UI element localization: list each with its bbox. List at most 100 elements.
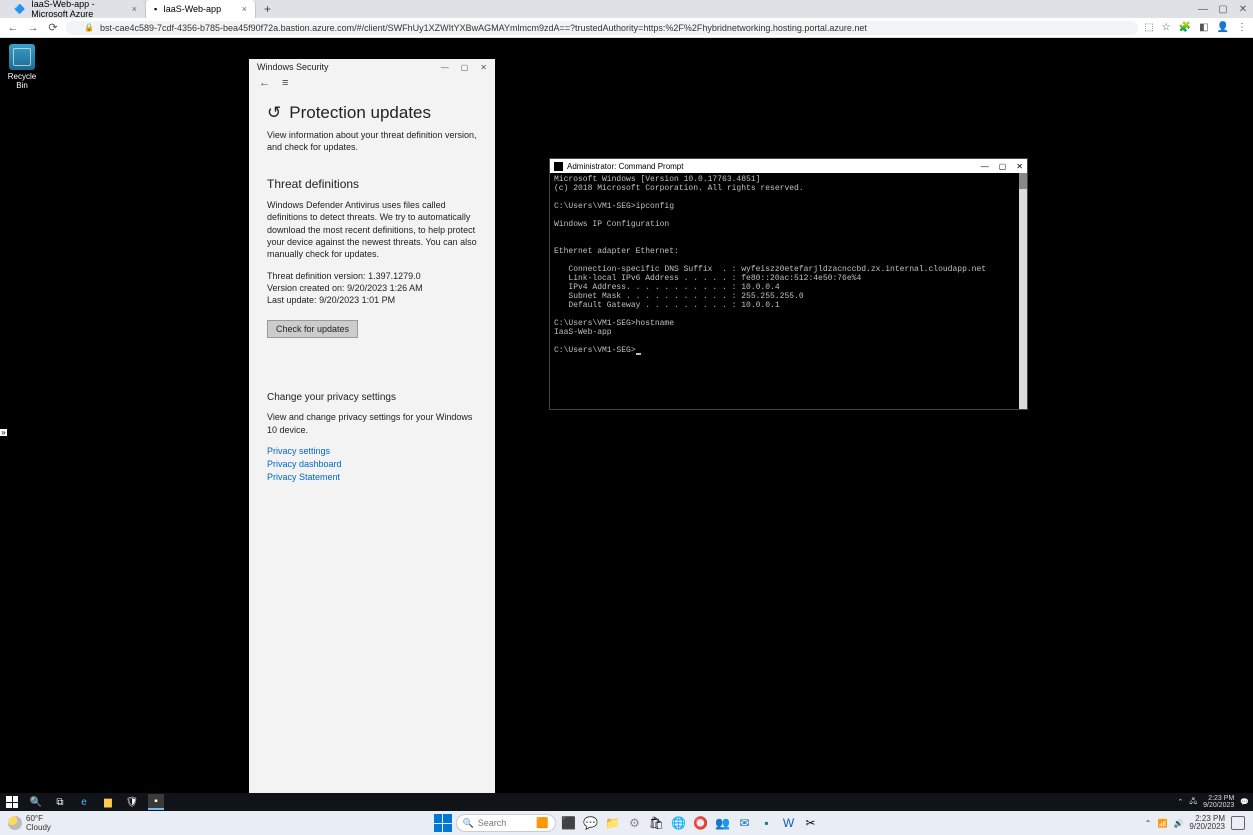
privacy-heading: Change your privacy settings [267,392,477,403]
cmd-icon [554,162,563,171]
search-input[interactable]: 🔍 Search 🟧 [456,814,556,832]
tab-title: IaaS-Web-app - Microsoft Azure [31,0,126,19]
chat-icon[interactable]: 💬 [582,814,600,832]
privacy-dashboard-link[interactable]: Privacy dashboard [267,459,477,469]
notification-icon[interactable] [1231,816,1245,830]
content-area: ↻ Protection updates View information ab… [249,91,495,793]
minimize-icon[interactable]: — [981,162,989,171]
task-view-icon[interactable]: ⧉ [52,794,68,810]
extensions-icon[interactable]: 🧩 [1179,22,1191,33]
privacy-statement-link[interactable]: Privacy Statement [267,472,477,482]
close-icon[interactable]: ✕ [1016,162,1023,171]
ie-icon[interactable]: e [76,794,92,810]
close-icon[interactable]: ✕ [1233,4,1253,15]
toolbar-actions: ⬚ ☆ 🧩 ◧ 👤 ⋮ [1144,22,1247,33]
recycle-bin-label: Recycle Bin [8,72,36,90]
menu-icon[interactable]: ⋮ [1237,22,1247,33]
definitions-heading: Threat definitions [267,177,477,191]
privacy-settings-link[interactable]: Privacy settings [267,446,477,456]
search-icon[interactable]: 🔍 [28,794,44,810]
wifi-icon[interactable]: 📶 [1157,819,1167,828]
clock[interactable]: 2:23 PM 9/20/2023 [1189,815,1225,832]
teams-icon[interactable]: 👥 [714,814,732,832]
terminal-icon[interactable]: ▪ [758,814,776,832]
volume-icon[interactable]: 🔊 [1173,819,1183,828]
system-tray: ⌃ 🖧 2:23 PM 9/20/2023 💬 [1177,795,1249,810]
remote-desktop: Recycle Bin » Windows Security — ▢ ✕ ← ≡… [0,38,1253,811]
bastion-expand-icon[interactable]: » [0,429,7,436]
scrollbar[interactable] [1019,173,1027,409]
titlebar[interactable]: Windows Security — ▢ ✕ [249,59,495,75]
sidepanel-icon[interactable]: ◧ [1199,22,1208,33]
settings-icon[interactable]: ⚙ [626,814,644,832]
install-icon[interactable]: ⬚ [1144,22,1153,33]
bookmark-icon[interactable]: ☆ [1162,22,1171,33]
chrome-icon[interactable]: ⭕ [692,814,710,832]
weather-widget[interactable]: 60°F Cloudy [8,814,51,832]
terminal-output[interactable]: Microsoft Windows [Version 10.0.17763.48… [550,173,1027,409]
windows-security-window: Windows Security — ▢ ✕ ← ≡ ↻ Protection … [249,59,495,793]
edge-icon[interactable]: 🌐 [670,814,688,832]
remote-taskbar: 🔍 ⧉ e ▆ 🛡 ▪ ⌃ 🖧 2:23 PM 9/20/2023 💬 [0,793,1253,811]
clock[interactable]: 2:23 PM 9/20/2023 [1203,795,1234,810]
start-button[interactable] [4,794,20,810]
tray-chevron-icon[interactable]: ⌃ [1177,798,1183,806]
store-icon[interactable]: 🛍 [648,814,666,832]
outlook-icon[interactable]: ✉ [736,814,754,832]
lock-icon: 🔒 [84,23,94,32]
reload-button[interactable]: ⟳ [46,21,60,34]
browser-tab-vm[interactable]: ▪ IaaS-Web-app × [146,0,256,18]
task-view-icon[interactable]: ⬛ [560,814,578,832]
check-updates-button[interactable]: Check for updates [267,320,358,338]
close-icon[interactable]: ✕ [480,63,487,72]
host-taskbar: 60°F Cloudy 🔍 Search 🟧 ⬛ 💬 📁 ⚙ 🛍 🌐 ⭕ 👥 ✉… [0,811,1253,835]
address-bar[interactable]: 🔒 bst-cae4c589-7cdf-4356-b785-bea45f90f7… [66,21,1138,35]
cmd-icon: ▪ [154,4,157,14]
cmd-taskbar-icon[interactable]: ▪ [148,794,164,810]
search-icon: 🔍 [463,818,474,829]
page-title: ↻ Protection updates [267,103,477,123]
scrollbar-thumb[interactable] [1019,173,1027,189]
search-badge-icon: 🟧 [536,818,548,829]
security-icon[interactable]: 🛡 [124,794,140,810]
definitions-description: Windows Defender Antivirus uses files ca… [267,199,477,260]
start-button[interactable] [434,814,452,832]
file-explorer-icon[interactable]: ▆ [100,794,116,810]
maximize-icon[interactable]: ▢ [1213,4,1233,15]
back-button[interactable]: ← [259,77,270,89]
recycle-bin[interactable]: Recycle Bin [4,44,40,90]
taskbar-center: 🔍 Search 🟧 ⬛ 💬 📁 ⚙ 🛍 🌐 ⭕ 👥 ✉ ▪ W ✂ [434,811,820,835]
file-explorer-icon[interactable]: 📁 [604,814,622,832]
browser-tab-strip: 🔷 IaaS-Web-app - Microsoft Azure × ▪ Iaa… [0,0,1253,18]
page-intro: View information about your threat defin… [267,129,477,153]
snip-icon[interactable]: ✂ [802,814,820,832]
maximize-icon[interactable]: ▢ [999,162,1007,171]
hamburger-icon[interactable]: ≡ [282,77,288,89]
maximize-icon[interactable]: ▢ [461,63,469,72]
weather-icon [8,816,22,830]
recycle-bin-icon [9,44,35,70]
back-button[interactable]: ← [6,22,20,34]
new-tab-button[interactable]: + [256,2,279,16]
command-prompt-window: Administrator: Command Prompt — ▢ ✕ Micr… [549,158,1028,410]
close-icon[interactable]: × [242,4,247,14]
browser-toolbar: ← → ⟳ 🔒 bst-cae4c589-7cdf-4356-b785-bea4… [0,18,1253,38]
titlebar[interactable]: Administrator: Command Prompt — ▢ ✕ [550,159,1027,173]
page-title-text: Protection updates [289,103,431,123]
word-icon[interactable]: W [780,814,798,832]
close-icon[interactable]: × [132,4,137,14]
window-title: Administrator: Command Prompt [567,162,683,171]
tray-chevron-icon[interactable]: ⌃ [1145,819,1152,828]
window-title: Windows Security [257,62,329,72]
privacy-description: View and change privacy settings for you… [267,411,477,435]
minimize-icon[interactable]: — [441,63,449,72]
tab-title: IaaS-Web-app [163,4,221,14]
notification-icon[interactable]: 💬 [1240,798,1249,806]
minimize-icon[interactable]: — [1193,4,1213,15]
forward-button[interactable]: → [26,22,40,34]
profile-icon[interactable]: 👤 [1217,22,1229,33]
nav-bar: ← ≡ [249,75,495,91]
window-controls: — ▢ ✕ [1193,0,1253,18]
browser-tab-azure[interactable]: 🔷 IaaS-Web-app - Microsoft Azure × [6,0,146,18]
network-icon[interactable]: 🖧 [1189,797,1197,808]
